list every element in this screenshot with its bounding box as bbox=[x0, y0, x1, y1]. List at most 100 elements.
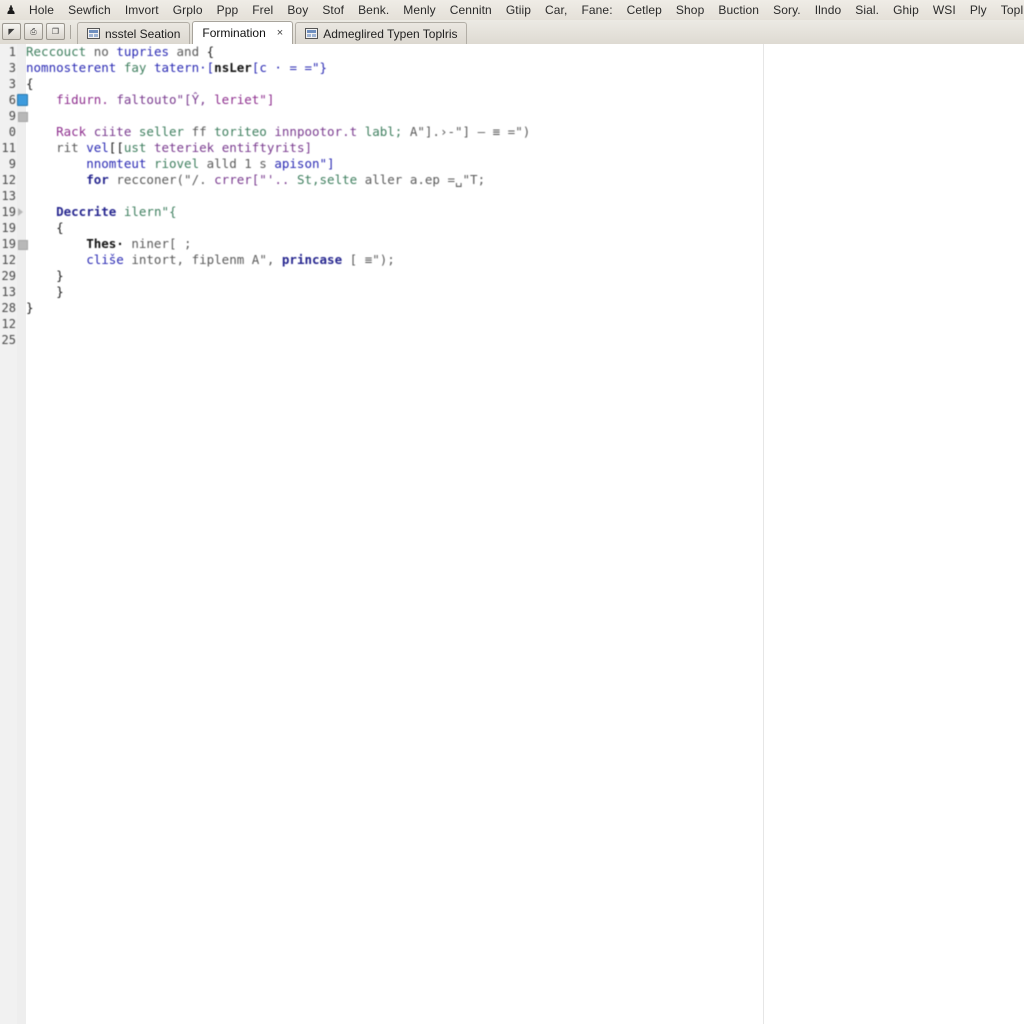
line-number: 1 bbox=[8, 45, 16, 59]
code-token: leriet"] bbox=[214, 92, 275, 107]
menu-item[interactable]: Cetlep bbox=[620, 1, 669, 20]
tab-nestel-seation[interactable]: nsstel Seation bbox=[77, 22, 191, 44]
menu-item[interactable]: Sial. bbox=[848, 1, 886, 20]
menu-item[interactable]: Ilndo bbox=[808, 1, 849, 20]
code-token: fiplenm bbox=[191, 252, 252, 267]
code-token: [ ≡"); bbox=[349, 252, 395, 267]
tab-admeglired-typen-toplris[interactable]: Admeglired Typen Toplris bbox=[295, 22, 468, 44]
menu-item[interactable]: Ghip bbox=[886, 1, 926, 20]
menu-item[interactable]: Ply bbox=[963, 1, 994, 20]
code-line[interactable]: 13 bbox=[0, 188, 1024, 204]
menu-item[interactable]: Grplo bbox=[166, 1, 210, 20]
code-line-text: nomnosterent fay tatern·[nsLer[c · = ="} bbox=[26, 60, 327, 76]
code-line[interactable]: 3 nomnosterent fay tatern·[nsLer[c · = ="… bbox=[0, 60, 1024, 76]
menu-item[interactable]: Menly bbox=[396, 1, 443, 20]
fold-arrow-icon[interactable] bbox=[18, 208, 23, 216]
menu-item[interactable]: Ppp bbox=[210, 1, 246, 20]
code-token: riovel bbox=[153, 156, 207, 171]
menu-item[interactable]: WSI bbox=[926, 1, 963, 20]
code-token: niner[ ; bbox=[131, 236, 192, 251]
code-token: aller bbox=[364, 172, 410, 187]
code-token: apison"] bbox=[274, 156, 335, 171]
code-token: Reccouct bbox=[26, 44, 94, 59]
ide-window: ♟ Hole Sewfich Imvort Grplo Ppp Frel Boy Stof Be… bbox=[0, 0, 1024, 1024]
line-number: 3 bbox=[8, 77, 16, 91]
line-number: 29 bbox=[1, 269, 16, 283]
code-line[interactable]: 25 bbox=[0, 332, 1024, 348]
code-token: } bbox=[26, 268, 64, 283]
code-line[interactable]: 12 cliše intort, fiplenm A", princase [ … bbox=[0, 252, 1024, 268]
code-token: faltouto"[Ŷ, bbox=[116, 92, 215, 107]
close-icon[interactable]: × bbox=[271, 27, 283, 39]
line-number: 12 bbox=[1, 317, 16, 331]
code-token: } bbox=[26, 284, 64, 299]
menu-item[interactable]: Sory. bbox=[766, 1, 808, 20]
code-line-text: Thes· niner[ ; bbox=[26, 236, 192, 252]
code-line[interactable]: 11 rit vel[[ust teteriek entiftyrits] bbox=[0, 140, 1024, 156]
toolbar-separator bbox=[70, 25, 71, 39]
line-number: 25 bbox=[1, 333, 16, 347]
code-line-text: Deccrite ilern"{ bbox=[26, 204, 176, 220]
code-token: [c · = ="} bbox=[251, 60, 328, 75]
code-line-text: nnomteut riovel alld 1 s apison"] bbox=[26, 156, 335, 172]
code-line[interactable]: 19 { bbox=[0, 220, 1024, 236]
menu-item[interactable]: Cennitn bbox=[443, 1, 499, 20]
menu-item[interactable]: Frel bbox=[245, 1, 280, 20]
code-line[interactable]: 1 Reccouct no tupries and { bbox=[0, 44, 1024, 60]
code-line-text: } bbox=[26, 284, 64, 300]
code-token: innpootor.t bbox=[274, 124, 365, 139]
code-line-text: for recconer("/. crrer["'.. St,selte all… bbox=[26, 172, 485, 188]
line-number: 0 bbox=[8, 125, 16, 139]
code-line[interactable]: 9 bbox=[0, 108, 1024, 124]
menu-item[interactable]: Buction bbox=[711, 1, 766, 20]
line-number: 28 bbox=[1, 301, 16, 315]
code-token: cliše bbox=[26, 252, 132, 267]
code-line[interactable]: 9 nnomteut riovel alld 1 s apison"] bbox=[0, 156, 1024, 172]
code-content[interactable]: 1 Reccouct no tupries and {3 nomnosterent … bbox=[0, 44, 1024, 348]
code-token: intort, bbox=[131, 252, 192, 267]
code-token: tatern·[ bbox=[153, 60, 215, 75]
marker-icon[interactable] bbox=[18, 112, 28, 122]
menu-item[interactable]: Boy bbox=[280, 1, 315, 20]
code-line[interactable]: 3{ bbox=[0, 76, 1024, 92]
code-line[interactable]: 0 Rack ciite seller ff toriteo innpootor… bbox=[0, 124, 1024, 140]
menu-item[interactable]: Hole bbox=[22, 1, 61, 20]
code-token: ff bbox=[191, 124, 215, 139]
code-line[interactable]: 19 Thes· niner[ ; bbox=[0, 236, 1024, 252]
code-token: vel bbox=[86, 140, 109, 155]
menu-item[interactable]: Shop bbox=[669, 1, 711, 20]
code-editor[interactable]: 1 Reccouct no tupries and {3 nomnosterent … bbox=[0, 44, 1024, 1024]
code-line[interactable]: 29 } bbox=[0, 268, 1024, 284]
code-line[interactable]: 12 for recconer("/. crrer["'.. St,selte … bbox=[0, 172, 1024, 188]
code-token: Thes· bbox=[26, 236, 132, 251]
code-line[interactable]: 6 fidurn. faltouto"[Ŷ, leriet"] bbox=[0, 92, 1024, 108]
code-token: Rack bbox=[26, 124, 94, 139]
menu-item[interactable]: Imvort bbox=[118, 1, 166, 20]
code-token: crrer["'.. bbox=[214, 172, 297, 187]
menu-item[interactable]: Stof bbox=[315, 1, 351, 20]
menu-item[interactable]: Car, bbox=[538, 1, 574, 20]
code-token: nnomteut bbox=[26, 156, 154, 171]
menu-item[interactable]: Fane: bbox=[574, 1, 619, 20]
code-token: princase bbox=[281, 252, 350, 267]
code-line[interactable]: 28} bbox=[0, 300, 1024, 316]
save-button[interactable]: ⎙ bbox=[24, 23, 43, 40]
code-token: nsLer bbox=[214, 60, 252, 75]
code-line[interactable]: 19 Deccrite ilern"{ bbox=[0, 204, 1024, 220]
menu-item[interactable]: Sewfich bbox=[61, 1, 118, 20]
cursor-button[interactable]: ◤ bbox=[2, 23, 21, 40]
menu-item[interactable]: Topl bbox=[994, 1, 1024, 20]
grid-icon bbox=[87, 27, 100, 40]
code-line[interactable]: 12 bbox=[0, 316, 1024, 332]
menu-item[interactable]: Benk. bbox=[351, 1, 396, 20]
code-line-text: } bbox=[26, 300, 34, 316]
line-number: 11 bbox=[1, 141, 16, 155]
copy-button[interactable]: ❐ bbox=[46, 23, 65, 40]
tab-formination[interactable]: Formination × bbox=[192, 21, 294, 44]
menu-item[interactable]: Gtiip bbox=[499, 1, 538, 20]
code-line[interactable]: 13 } bbox=[0, 284, 1024, 300]
code-token: nomnosterent bbox=[26, 60, 124, 75]
code-token: { bbox=[26, 220, 64, 235]
code-token: a.ep =␣"Т; bbox=[409, 172, 486, 187]
code-token: entiftyrits] bbox=[221, 140, 313, 155]
